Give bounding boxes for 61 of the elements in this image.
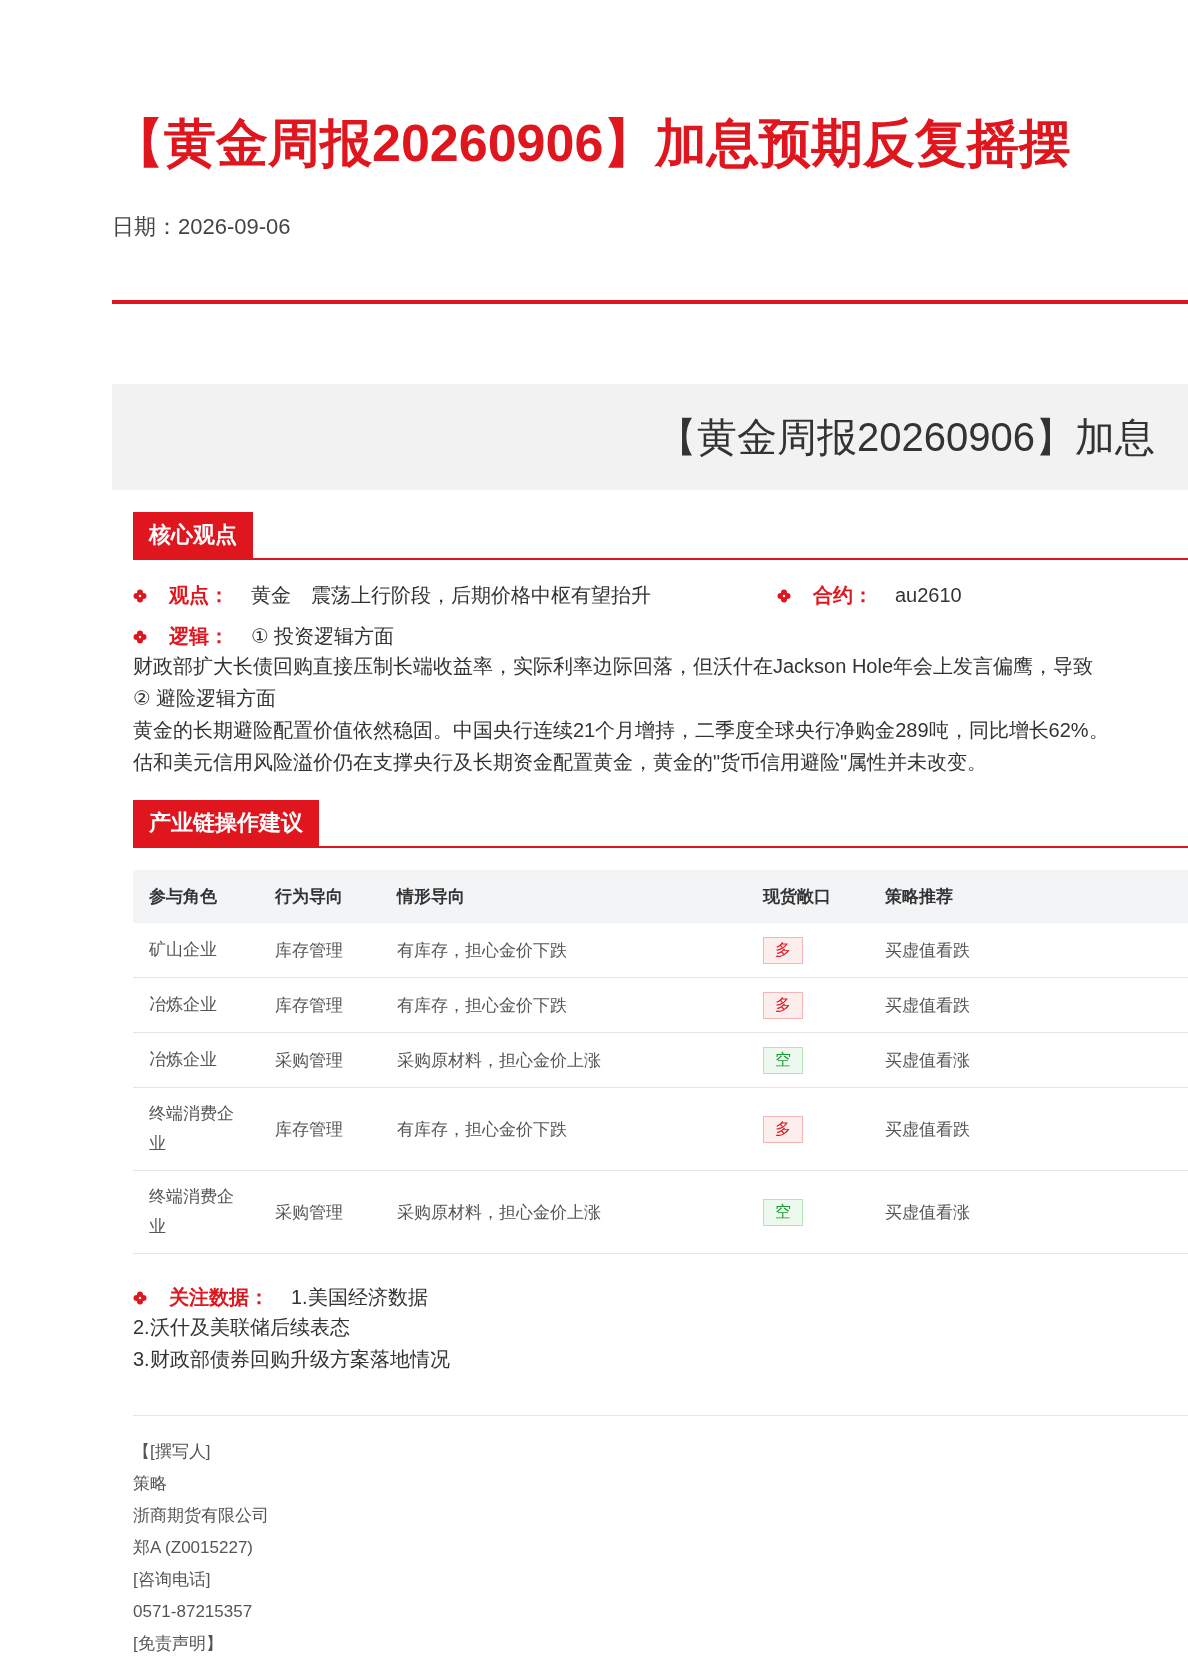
logic-text-line: 黄金的长期避险配置价值依然稳固。中国央行连续21个月增持，二季度全球央行净购金289吨，同比增长62%。 (133, 718, 1110, 744)
exposure-tag: 多 (763, 1115, 803, 1143)
view-label: 观点： (169, 583, 229, 609)
footer-line: 0571-87215357 (133, 1601, 254, 1624)
table-cell: 库存管理 (275, 995, 343, 1015)
clover-bullet-icon (133, 629, 147, 644)
table-cell: 买虚值看涨 (885, 1202, 970, 1222)
clover-bullet-icon (133, 588, 147, 603)
table-cell: 采购原材料，担心金价上涨 (397, 1202, 601, 1222)
footer-line: 浙商期货有限公司 (133, 1505, 270, 1528)
clover-bullet-icon (777, 588, 791, 603)
column-header: 现货敞口 (747, 870, 869, 924)
footer-line: [免责声明】 (133, 1633, 224, 1656)
banner-title: 【黄金周报20260906】加息 (657, 413, 1155, 461)
table-cell-text: 矿山企业 (149, 939, 218, 962)
table-cell: 买虚值看跌 (885, 1119, 970, 1139)
section-heading: 产业链操作建议 (133, 800, 319, 847)
exposure-tag: 多 (763, 991, 803, 1019)
table-cell: 有库存，担心金价下跌 (397, 940, 567, 960)
contract-label: 合约： (813, 583, 873, 609)
report-date: 日期：2026-09-06 (112, 213, 292, 242)
table-cell: 有库存，担心金价下跌 (397, 1119, 567, 1139)
table-cell: 采购管理 (275, 1050, 343, 1070)
report-title: 【黄金周报20260906】加息预期反复摇摆 (112, 113, 1073, 174)
table-cell: 采购管理 (275, 1202, 343, 1222)
column-header: 情形导向 (381, 870, 747, 924)
table-cell-text: 冶炼企业 (149, 994, 218, 1017)
focus-item: 1.美国经济数据 (291, 1285, 428, 1311)
column-header: 参与角色 (133, 870, 259, 924)
focus-item: 3.财政部债券回购升级方案落地情况 (133, 1347, 451, 1373)
footer-line: 【[撰写人] (133, 1441, 212, 1464)
column-header: 行为导向 (259, 870, 381, 924)
table-cell: 库存管理 (275, 940, 343, 960)
logic-subheading: ① 投资逻辑方面 (251, 624, 395, 650)
logic-text-line: 财政部扩大长债回购直接压制长端收益率，实际利率边际回落，但沃什在Jackson Hole年会上发言偏鹰，导致 (133, 654, 1095, 680)
column-header: 策略推荐 (869, 870, 1188, 924)
view-text: 震荡上行阶段，后期价格中枢有望抬升 (311, 583, 651, 609)
table-cell-text: 终端消费企业 (149, 1186, 235, 1239)
exposure-tag: 多 (763, 936, 803, 964)
table-cell-text: 冶炼企业 (149, 1049, 218, 1072)
section-heading: 核心观点 (133, 512, 253, 559)
focus-item: 2.沃什及美联储后续表态 (133, 1315, 351, 1341)
exposure-tag: 空 (763, 1198, 803, 1226)
footer-line: 郑A (Z0015227) (133, 1537, 254, 1560)
table-cell: 买虚值看跌 (885, 940, 970, 960)
focus-label: 关注数据： (169, 1285, 269, 1311)
table-cell-text: 终端消费企业 (149, 1103, 235, 1156)
logic-text-line: ② 避险逻辑方面 (133, 686, 278, 712)
table-cell: 有库存，担心金价下跌 (397, 995, 567, 1015)
logic-text-line: 估和美元信用风险溢价仍在支撑央行及长期资金配置黄金，黄金的"货币信用避险"属性并未改变。 (133, 750, 989, 776)
table-cell: 库存管理 (275, 1119, 343, 1139)
table-cell: 买虚值看跌 (885, 995, 970, 1015)
contract-value: au2610 (895, 584, 962, 608)
table-cell: 买虚值看涨 (885, 1050, 970, 1070)
view-subject: 黄金 (251, 583, 291, 609)
clover-bullet-icon (133, 1290, 147, 1305)
footer-line: 策略 (133, 1473, 168, 1496)
logic-label: 逻辑： (169, 624, 229, 650)
exposure-tag: 空 (763, 1046, 803, 1074)
footer-line: [咨询电话] (133, 1569, 212, 1592)
table-cell: 采购原材料，担心金价上涨 (397, 1050, 601, 1070)
